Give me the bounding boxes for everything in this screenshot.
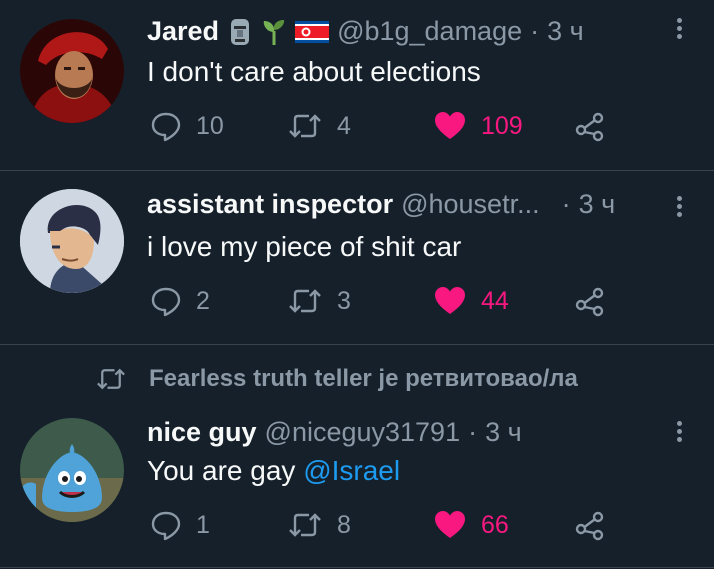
more-options-icon[interactable] (674, 418, 684, 445)
tweet[interactable]: Fearless truth teller je ретвитовао/ла n… (0, 345, 714, 569)
share-button[interactable] (574, 110, 606, 142)
like-count: 66 (481, 510, 509, 539)
retweet-count: 3 (337, 286, 351, 315)
timestamp[interactable]: 3 ч (485, 417, 522, 448)
retweet-count: 4 (337, 111, 351, 140)
share-button[interactable] (574, 285, 606, 317)
retweet-button[interactable]: 8 (287, 509, 351, 541)
like-button[interactable]: 44 (433, 285, 509, 317)
separator-dot: · (468, 417, 478, 447)
moai-emoji-icon (227, 17, 253, 47)
reply-icon (151, 287, 181, 317)
avatar[interactable] (20, 19, 124, 123)
retweeted-by-label[interactable]: Fearless truth teller je ретвитовао/ла (95, 365, 578, 393)
tweet-text: You are gay @Israel (147, 455, 400, 487)
retweet-button[interactable]: 3 (287, 285, 351, 317)
retweet-count: 8 (337, 510, 351, 539)
mention-link[interactable]: @Israel (303, 455, 400, 486)
tweet[interactable]: Jared @b1g_damage · 3 ч I don't care abo… (0, 0, 714, 170)
reply-count: 10 (196, 111, 224, 140)
handle[interactable]: @niceguy31791 (265, 417, 461, 448)
timestamp[interactable]: 3 ч (547, 16, 584, 47)
separator-dot: · (530, 16, 540, 46)
retweeted-by-text: Fearless truth teller je ретвитовао/ла (149, 365, 578, 392)
reply-button[interactable]: 2 (150, 285, 210, 317)
share-icon (575, 112, 604, 142)
reply-count: 2 (196, 286, 210, 315)
tweet[interactable]: assistant inspector @housetr... · 3 ч i … (0, 171, 714, 344)
tweet-header: assistant inspector @housetr... · 3 ч (147, 189, 615, 220)
retweet-icon (289, 513, 321, 537)
more-options-icon[interactable] (674, 193, 684, 220)
retweet-icon (97, 368, 125, 390)
tweet-actions: 2 3 44 (150, 285, 620, 319)
divider (0, 567, 714, 568)
like-button[interactable]: 66 (433, 509, 509, 541)
reply-icon (151, 511, 181, 541)
reply-icon (151, 112, 181, 142)
tweet-actions: 10 4 109 (150, 110, 620, 144)
tweet-header: nice guy @niceguy31791 · 3 ч (147, 417, 522, 448)
tweet-text: I don't care about elections (147, 56, 481, 87)
heart-filled-icon (435, 287, 465, 314)
heart-filled-icon (435, 112, 465, 139)
reply-button[interactable]: 1 (150, 509, 210, 541)
north-korea-flag-emoji-icon (295, 20, 330, 43)
separator-dot: · (561, 189, 571, 219)
avatar[interactable] (20, 418, 124, 522)
like-count: 44 (481, 286, 509, 315)
share-icon (575, 511, 604, 541)
more-options-icon[interactable] (674, 15, 684, 42)
heart-filled-icon (435, 511, 465, 538)
tweet-text-content: You are gay (147, 455, 304, 486)
tweet-text: i love my piece of shit car (147, 231, 462, 262)
display-name[interactable]: nice guy (147, 417, 257, 448)
retweet-icon (289, 289, 321, 313)
like-button[interactable]: 109 (433, 110, 523, 142)
display-name[interactable]: assistant inspector (147, 189, 393, 220)
display-name[interactable]: Jared (147, 16, 219, 47)
share-button[interactable] (574, 509, 606, 541)
handle[interactable]: @b1g_damage (337, 16, 522, 47)
reply-count: 1 (196, 510, 210, 539)
reply-button[interactable]: 10 (150, 110, 224, 142)
share-icon (575, 287, 604, 317)
tweet-actions: 1 8 66 (150, 509, 620, 543)
seedling-emoji-icon (261, 17, 287, 47)
avatar[interactable] (20, 189, 124, 293)
retweet-button[interactable]: 4 (287, 110, 351, 142)
timestamp[interactable]: 3 ч (579, 189, 616, 220)
handle[interactable]: @housetr... (401, 189, 539, 220)
retweet-icon (289, 114, 321, 138)
tweet-header: Jared @b1g_damage · 3 ч (147, 16, 584, 47)
like-count: 109 (481, 111, 523, 140)
